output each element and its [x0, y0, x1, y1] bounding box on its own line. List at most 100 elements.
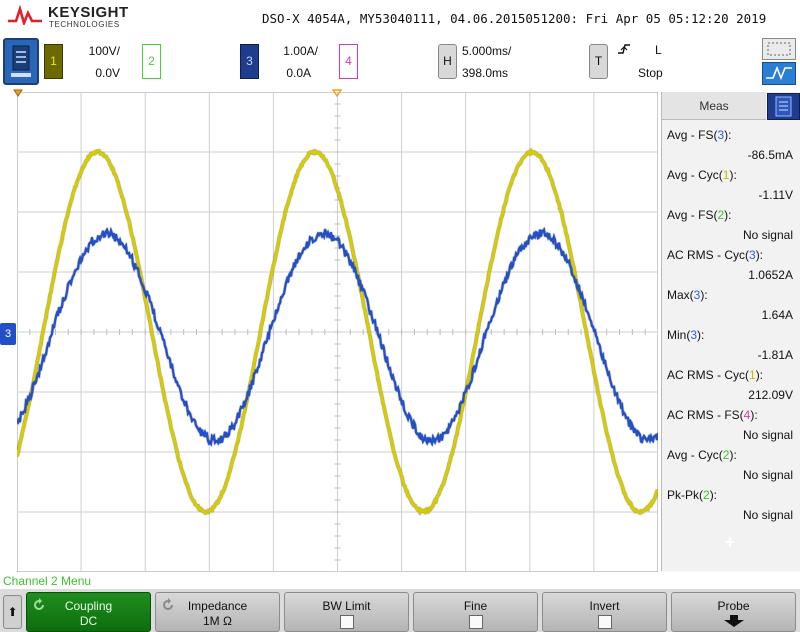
measurement-value: No signal: [743, 508, 793, 522]
measurement-name: Min(: [667, 328, 690, 342]
measurement-channel: 3: [749, 248, 756, 262]
measurement-label: Min(3):: [667, 328, 704, 342]
measurement-item[interactable]: AC RMS - Cyc(3): 1.0652A: [667, 242, 797, 282]
channel-1-button[interactable]: 1: [44, 44, 63, 79]
measurement-label: AC RMS - FS(4):: [667, 408, 758, 422]
channel-3-ground-marker[interactable]: 3: [0, 323, 16, 345]
instrument-title: DSO-X 4054A, MY53040111, 04.06.201505120…: [262, 11, 766, 26]
fine-checkbox[interactable]: [469, 615, 483, 629]
main-menu-button[interactable]: [3, 38, 39, 85]
impedance-softkey[interactable]: Impedance 1M Ω: [155, 592, 280, 632]
measurement-item[interactable]: Avg - Cyc(1): -1.11V: [667, 162, 797, 202]
measurement-name: AC RMS - Cyc(: [667, 368, 749, 382]
measurement-name: Avg - FS(: [667, 208, 717, 222]
keysight-logo: KEYSIGHT TECHNOLOGIES: [8, 3, 148, 29]
measurement-label: Avg - FS(3):: [667, 128, 732, 142]
trigger-button[interactable]: T: [589, 44, 608, 79]
measurement-value: -86.5mA: [748, 148, 793, 162]
invert-checkbox[interactable]: [598, 615, 612, 629]
measurement-label: Avg - FS(2):: [667, 208, 732, 222]
measurement-item[interactable]: Avg - Cyc(2): No signal: [667, 442, 797, 482]
measurement-value: 1.64A: [762, 308, 793, 322]
bw-limit-label: BW Limit: [285, 599, 408, 613]
measurement-suffix: ):: [724, 208, 731, 222]
measurement-item[interactable]: Pk-Pk(2): No signal: [667, 482, 797, 522]
brand-name: KEYSIGHT: [48, 4, 129, 21]
auto-scale-icon: [763, 63, 795, 84]
measurement-panel: Meas Avg - FS(3): -86.5mA Avg - Cyc(1): -1.…: [661, 92, 800, 571]
rotate-knob-icon: [161, 598, 175, 612]
measurement-settings-button[interactable]: [767, 93, 800, 120]
waveform-display[interactable]: [17, 92, 658, 572]
measurement-item[interactable]: Avg - FS(3): -86.5mA: [667, 122, 797, 162]
menu-title: Channel 2 Menu: [3, 574, 91, 588]
measurement-value: 1.0652A: [748, 268, 793, 282]
invert-softkey[interactable]: Invert: [542, 592, 667, 632]
submenu-arrow-icon: [723, 615, 745, 627]
measurement-item[interactable]: AC RMS - Cyc(1): 212.09V: [667, 362, 797, 402]
measurement-item[interactable]: Avg - FS(2): No signal: [667, 202, 797, 242]
trigger-level: L: [655, 43, 662, 57]
probe-label: Probe: [672, 599, 795, 613]
rotate-knob-icon: [32, 598, 46, 612]
measurements-tab[interactable]: Meas: [662, 92, 766, 120]
measurement-label: Max(3):: [667, 288, 708, 302]
measurement-name: AC RMS - Cyc(: [667, 248, 749, 262]
measurement-name: Avg - Cyc(: [667, 448, 723, 462]
channel-4-button[interactable]: 4: [339, 44, 358, 79]
measurement-item[interactable]: AC RMS - FS(4): No signal: [667, 402, 797, 442]
measurement-channel: 2: [703, 488, 710, 502]
measurement-label: AC RMS - Cyc(3):: [667, 248, 763, 262]
graticule: [17, 92, 658, 572]
measurement-name: Avg - Cyc(: [667, 168, 723, 182]
measurement-suffix: ):: [697, 328, 704, 342]
bw-limit-softkey[interactable]: BW Limit: [284, 592, 409, 632]
zoom-box-icon: [763, 39, 795, 59]
channel-1-offset: 0.0V: [64, 66, 120, 80]
document-icon: [768, 94, 799, 119]
measurement-name: Avg - FS(: [667, 128, 717, 142]
measurement-item[interactable]: Max(3): 1.64A: [667, 282, 797, 322]
back-button[interactable]: ⬆: [3, 595, 22, 629]
coupling-value: DC: [27, 614, 150, 628]
invert-label: Invert: [543, 599, 666, 613]
probe-softkey[interactable]: Probe: [671, 592, 796, 632]
measurement-suffix: ):: [729, 448, 736, 462]
measurement-label: Pk-Pk(2):: [667, 488, 717, 502]
measurement-label: Avg - Cyc(1):: [667, 168, 737, 182]
delay-marker: [332, 89, 342, 97]
bw-limit-checkbox[interactable]: [340, 615, 354, 629]
measurement-value: No signal: [743, 468, 793, 482]
trigger-position-marker: [13, 89, 23, 97]
measurement-value: No signal: [743, 428, 793, 442]
zoom-and-auto-controls: [762, 38, 796, 85]
channel-1-scale: 100V/: [64, 44, 120, 58]
horizontal-button[interactable]: H: [438, 44, 457, 79]
timebase-delay: 398.0ms: [462, 66, 542, 80]
measurement-value: -1.81A: [758, 348, 793, 362]
measurement-suffix: ):: [750, 408, 757, 422]
measurement-suffix: ):: [710, 488, 717, 502]
timebase-scale: 5.000ms/: [462, 44, 542, 58]
channel-2-button[interactable]: 2: [142, 44, 161, 79]
coupling-softkey[interactable]: Coupling DC: [26, 592, 151, 632]
measurement-item[interactable]: Min(3): -1.81A: [667, 322, 797, 362]
measurement-name: Max(: [667, 288, 694, 302]
measurement-label: Avg - Cyc(2):: [667, 448, 737, 462]
measurement-channel: 1: [749, 368, 756, 382]
fine-softkey[interactable]: Fine: [413, 592, 538, 632]
channel-3-scale: 1.00A/: [262, 44, 318, 58]
measurement-name: Pk-Pk(: [667, 488, 703, 502]
measurement-label: AC RMS - Cyc(1):: [667, 368, 763, 382]
brand-subtitle: TECHNOLOGIES: [49, 20, 120, 29]
auto-scale-button[interactable]: [762, 62, 796, 85]
measurement-suffix: ):: [700, 288, 707, 302]
zoom-box-button[interactable]: [762, 38, 796, 60]
measurement-value: 212.09V: [748, 388, 793, 402]
measurement-suffix: ):: [724, 128, 731, 142]
rising-edge-icon: [617, 43, 631, 55]
add-measurement-button[interactable]: +: [722, 534, 738, 550]
keysight-wave-icon: [8, 5, 42, 25]
measurement-suffix: ):: [729, 168, 736, 182]
measurement-suffix: ):: [756, 368, 763, 382]
